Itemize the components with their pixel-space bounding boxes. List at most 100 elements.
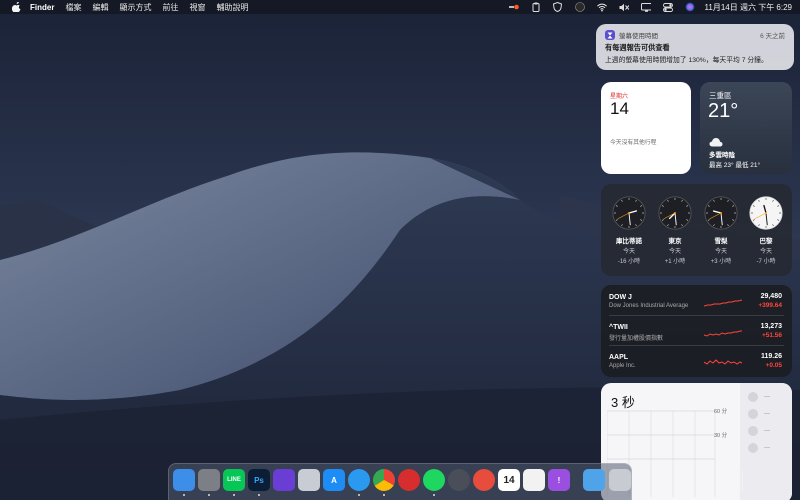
menubar-clock[interactable]: 11月14日 週六 下午 6:29 [705,2,792,13]
stock-row[interactable]: AAPL Apple Inc. 119.26 +0.05 [601,348,792,376]
screen-time-app-list: — — — — [740,383,792,500]
dock-trash-icon[interactable] [609,469,631,491]
dock-app-store-icon[interactable]: A [323,469,345,491]
clock-face-0 [612,196,646,230]
world-clock-city: 庫比蒂諾 [616,238,642,245]
world-clock-0: 庫比蒂諾 今天 -16 小時 [609,196,649,265]
stock-name: Dow Jones Industrial Average [609,303,689,309]
stock-change: +51.56 [761,332,782,339]
dock-spotify-icon[interactable] [423,469,445,496]
stock-price: 13,273 [760,323,782,330]
world-clock-day: 今天 [622,249,635,255]
moon-icon[interactable] [574,2,585,12]
dock-line-icon[interactable]: LINE [223,469,245,496]
world-clock-1: 東京 今天 +1 小時 [655,196,695,265]
clipboard-icon[interactable] [531,2,541,12]
app-usage-value: — [764,428,770,434]
world-clock-widget[interactable]: 庫比蒂諾 今天 -16 小時 東京 今天 +1 小時 雪梨 今天 +3 小時 巴… [601,184,792,276]
running-indicator [383,494,385,496]
menu-file[interactable]: 檔案 [65,2,81,13]
dock-launchpad-icon[interactable] [298,469,320,491]
menu-go[interactable]: 前往 [162,2,178,13]
dock-pocket-icon[interactable] [473,469,495,491]
world-clock-2: 雪梨 今天 +3 小時 [701,196,741,265]
siri-icon[interactable] [685,2,695,12]
menu-app-name[interactable]: Finder [30,3,54,12]
stock-name: Apple Inc. [609,363,636,369]
world-clock-offset: +1 小時 [664,259,686,265]
screen-time-gridline-30: 30 分 [714,433,728,439]
app-usage-row: — [748,409,788,419]
dock-chrome-icon[interactable] [373,469,395,496]
screen-time-gridline-60: 60 分 [714,409,728,415]
app-placeholder-icon [748,392,758,402]
clock-face-3 [749,196,783,230]
wifi-icon[interactable] [596,2,607,12]
dock-photo-booth-icon[interactable] [398,469,420,491]
app-usage-value: — [764,445,770,451]
control-center-icon[interactable] [662,2,673,12]
world-clock-offset: +3 小時 [710,259,732,265]
apple-menu-icon[interactable] [10,1,22,13]
dock-vpn-icon[interactable] [448,469,470,491]
stock-change: +0.05 [765,362,782,369]
weather-temperature: 21° [708,100,739,122]
record-icon[interactable] [508,2,519,12]
divider [609,345,784,346]
calendar-widget[interactable]: 星期六 14 今天沒有其他行程 [601,82,691,174]
world-clock-day: 今天 [714,249,727,255]
dock-feedback-icon[interactable]: ! [548,469,570,491]
world-clock-day: 今天 [759,249,772,255]
world-clock-offset: -16 小時 [617,259,641,265]
weather-widget[interactable]: 三重區 21° 多雲時陰 最高 23° 最低 21° [700,82,792,174]
app-usage-row: — [748,443,788,453]
stock-sparkline [704,299,742,307]
dock-downloads-folder-icon[interactable] [583,469,605,491]
dock-icon-label: LINE [227,477,241,483]
dock-safari-icon[interactable] [348,469,370,496]
notification-body: 上週的螢幕使用時間增加了 130%，每天平均 7 分鐘。 [605,57,768,64]
dock-icon-label: 14 [503,474,515,486]
app-usage-row: — [748,426,788,436]
stocks-widget[interactable]: DOW J Dow Jones Industrial Average 29,48… [601,285,792,377]
stock-symbol: ^TWII [609,324,628,331]
dock-reminders-icon[interactable] [523,469,545,491]
world-clock-city: 巴黎 [759,238,773,245]
notification-title: 有每週報告可供查看 [605,43,670,52]
shield-icon[interactable] [553,2,563,12]
notification-app-name: 螢幕使用時間 [619,33,658,40]
running-indicator [358,494,360,496]
dock-system-preferences-icon[interactable] [198,469,220,496]
mute-icon[interactable] [619,2,629,12]
menu-help[interactable]: 輔助說明 [216,2,248,13]
dock-icon-label: A [331,475,337,485]
dock-siri-icon[interactable] [273,469,295,491]
clock-face-2 [704,196,738,230]
stock-price: 119.26 [760,353,782,360]
world-clock-offset: -7 小時 [756,259,776,265]
calendar-day: 14 [610,99,629,118]
clock-center [719,211,723,215]
clock-center [673,211,677,215]
clock-center [764,211,768,215]
dock: LINE Ps A 14! [168,463,743,500]
world-clock-day: 今天 [668,249,681,255]
stock-name: 發行量加權股價指數 [609,336,664,342]
display-icon[interactable] [640,2,651,12]
status-menus: 11月14日 週六 下午 6:29 [497,0,792,14]
stock-price: 29,480 [760,293,782,300]
stock-row[interactable]: ^TWII 發行量加權股價指數 13,273 +51.56 [601,318,792,346]
stock-symbol: AAPL [609,354,629,361]
dock-calendar-icon[interactable]: 14 [498,469,520,491]
screen-time-notification[interactable]: 螢幕使用時間 6 天之前 有每週報告可供查看 上週的螢幕使用時間增加了 130%… [596,24,794,70]
running-indicator [183,494,185,496]
stock-row[interactable]: DOW J Dow Jones Industrial Average 29,48… [601,288,792,316]
dock-finder-icon[interactable] [173,469,195,496]
dock-photoshop-icon[interactable]: Ps [248,469,270,496]
app-usage-value: — [764,394,770,400]
running-indicator [208,494,210,496]
dock-icon-label: Ps [254,475,264,485]
menu-view[interactable]: 顯示方式 [119,2,151,13]
menu-edit[interactable]: 編輯 [92,2,108,13]
menu-window[interactable]: 視窗 [189,2,205,13]
